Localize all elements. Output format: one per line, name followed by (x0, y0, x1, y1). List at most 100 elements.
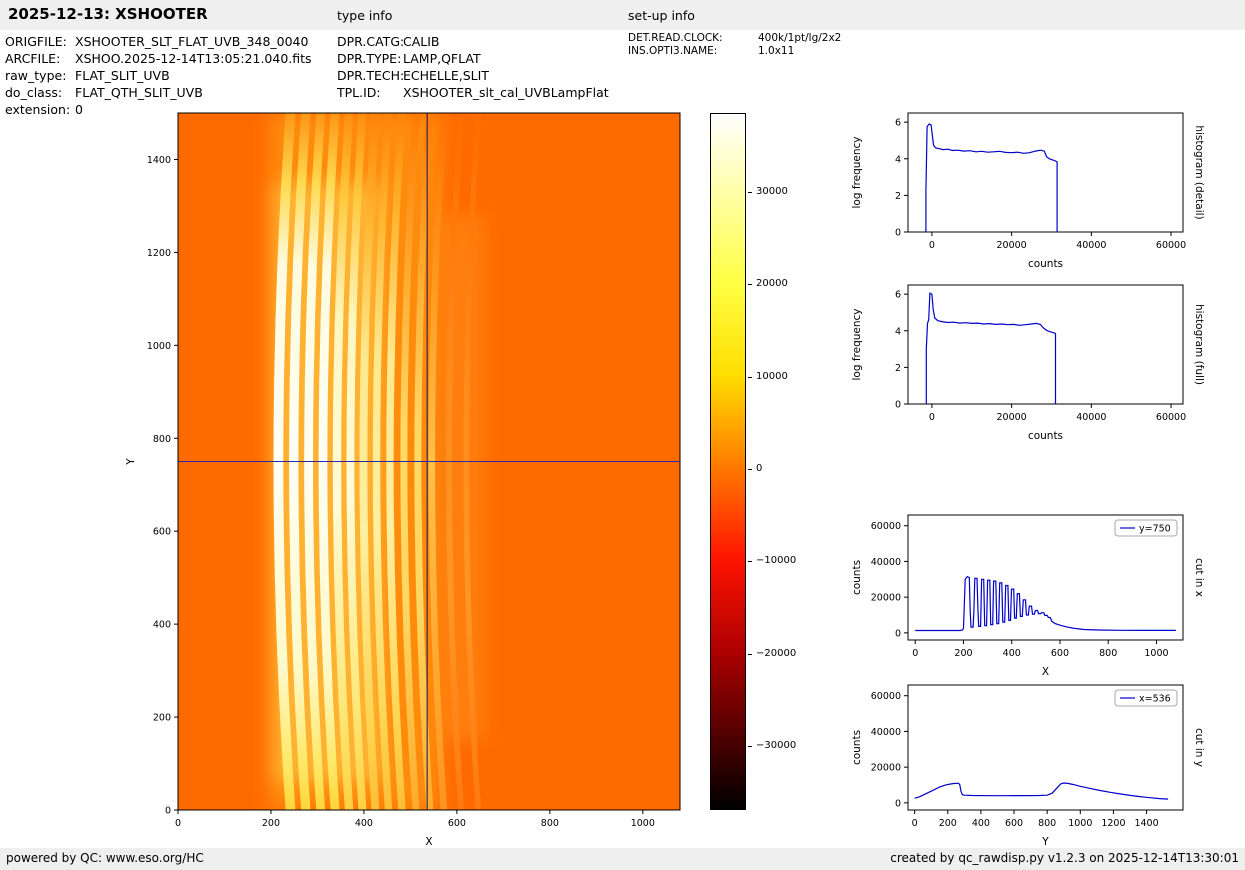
cut-x-line (915, 575, 1176, 632)
svg-text:1000: 1000 (631, 818, 655, 829)
svg-text:1400: 1400 (1134, 818, 1158, 829)
svg-text:0: 0 (175, 818, 181, 829)
colorbar-tick-label: 20000 (756, 278, 788, 289)
svg-text:0: 0 (929, 412, 935, 423)
svg-text:cut in x: cut in x (1193, 558, 1205, 597)
svg-text:600: 600 (448, 818, 466, 829)
colorbar-tick-label: −30000 (756, 740, 797, 752)
cut-y-legend: x=536 (1114, 689, 1178, 707)
svg-text:1400: 1400 (147, 155, 171, 166)
meta-row-opti3name: INS.OPTI3.NAME: 1.0x11 (628, 45, 841, 58)
meta-label: INS.OPTI3.NAME: (628, 45, 718, 57)
colorbar-tick-mark (748, 376, 752, 378)
colorbar-tick-label: −10000 (756, 555, 797, 567)
meta-value: XSHOOTER_slt_cal_UVBLampFlat (403, 85, 609, 100)
svg-text:0: 0 (929, 240, 935, 251)
svg-text:X: X (425, 836, 432, 848)
hist-full-svg: 0 20000 40000 60000 0 2 4 6 counts log frequency h… (851, 284, 1205, 442)
svg-text:counts: counts (1028, 430, 1063, 442)
svg-text:200: 200 (954, 648, 972, 659)
colorbar-ticks: 30000 20000 10000 0 −10000 −20000 −30000 (748, 113, 818, 811)
svg-text:400: 400 (355, 818, 373, 829)
hist-full-line (925, 292, 1057, 404)
svg-text:4: 4 (895, 326, 901, 337)
svg-text:6: 6 (895, 290, 901, 301)
svg-text:0: 0 (895, 400, 901, 411)
svg-text:counts: counts (1028, 258, 1063, 270)
cut-x-svg: 0 200 400 600 800 10000200004000060000Xcounts… (851, 514, 1205, 678)
meta-row-dprtech: DPR.TECH:ECHELLE,SLIT (337, 67, 609, 84)
svg-text:400: 400 (972, 818, 990, 829)
cut-y-line (914, 782, 1169, 800)
meta-row-readclock: DET.READ.CLOCK: 400k/1pt/lg/2x2 (628, 32, 841, 45)
svg-text:1200: 1200 (147, 248, 171, 259)
colorbar-tick-label: 30000 (756, 185, 788, 197)
svg-text:600: 600 (1051, 648, 1069, 659)
colorbar-tick-mark (748, 561, 752, 563)
svg-text:20000: 20000 (997, 240, 1027, 251)
histogram-detail-plot: 0 20000 40000 60000 0 2 4 6 counts log frequency h… (844, 105, 1213, 280)
svg-text:800: 800 (541, 818, 559, 829)
meta-row-origfile: ORIGFILE: XSHOOTER_SLT_FLAT_UVB_348_0040 (5, 33, 312, 50)
svg-text:log frequency: log frequency (851, 136, 863, 208)
meta-value: 1.0x11 (758, 45, 795, 57)
meta-label: do_class: (5, 85, 63, 100)
svg-text:40000: 40000 (1076, 240, 1106, 251)
svg-text:4: 4 (895, 154, 901, 165)
svg-text:0: 0 (165, 806, 171, 817)
colorbar-tick-label: 0 (756, 462, 763, 474)
svg-text:400: 400 (1003, 648, 1021, 659)
colorbar (710, 113, 746, 810)
svg-text:0: 0 (895, 228, 901, 239)
svg-text:400: 400 (153, 620, 171, 631)
svg-text:800: 800 (1099, 648, 1117, 659)
svg-text:log frequency: log frequency (851, 308, 863, 380)
svg-text:1000: 1000 (1068, 818, 1092, 829)
meta-value: 0 (75, 102, 83, 117)
meta-value: 400k/1pt/lg/2x2 (758, 32, 842, 44)
colorbar-tick-mark (748, 191, 752, 193)
meta-label: extension: (5, 102, 71, 117)
cut-in-y-plot: 0 200 400 600 800 1000 1200 1400 0 20000 40000 6000… (844, 677, 1213, 858)
setup-info-heading: set-up info (628, 8, 695, 23)
raw-image-canvas (178, 113, 680, 810)
footer-left-text: powered by QC: www.eso.org/HC (6, 851, 204, 865)
meta-value: ECHELLE,SLIT (403, 68, 489, 83)
type-info-metadata: DPR.CATG:CALIB DPR.TYPE: LAMP,QFLAT DPR.T… (337, 33, 609, 101)
cut-in-x-plot: 0 200 400 600 800 1000 0 20000 40000 60000 Xcounts… (844, 507, 1213, 688)
svg-text:0: 0 (895, 628, 901, 639)
meta-label: DPR.TECH: (337, 68, 405, 83)
svg-text:2: 2 (895, 363, 901, 374)
page-title: 2025-12-13: XSHOOTER (8, 5, 208, 23)
svg-text:Y: Y (1041, 836, 1049, 848)
svg-text:1000: 1000 (147, 341, 171, 352)
meta-row-arcfile: ARCFILE: XSHOO.2025-12-14T13:05:21.040.fi… (5, 50, 312, 67)
histogram-full-plot: 0 20000 40000 60000 0 2 4 6 counts log frequency h… (844, 277, 1213, 452)
svg-text:800: 800 (153, 434, 171, 445)
setup-info-metadata: DET.READ.CLOCK: 400k/1pt/lg/2x2 INS.OPTI3… (628, 32, 841, 58)
raw-image-svg: 0 200 400 600 800 1000 0 200 400 600 800 1000 1200 14… (125, 112, 681, 848)
meta-row-tplid: TPL.ID: XSHOOTER_slt_cal_UVBLampFlat (337, 84, 609, 101)
colorbar-tick-label: 10000 (756, 370, 788, 382)
colorbar-tick-label: −20000 (756, 647, 797, 659)
meta-row-dprcatg: DPR.CATG:CALIB (337, 33, 609, 50)
meta-value: LAMP,QFLAT (403, 51, 481, 66)
svg-text:2: 2 (895, 191, 901, 202)
svg-text:20000: 20000 (997, 412, 1027, 423)
meta-value: CALIB (403, 34, 440, 49)
meta-label: DPR.TYPE: (337, 51, 402, 66)
svg-text:0: 0 (912, 648, 918, 659)
svg-text:40000: 40000 (871, 557, 901, 568)
hist-detail-line (925, 123, 1058, 232)
qc-report-page: 2025-12-13: XSHOOTER type info set-up in… (0, 0, 1245, 870)
svg-text:60000: 60000 (871, 521, 901, 532)
svg-text:1200: 1200 (1101, 818, 1125, 829)
footer-right-text: created by qc_rawdisp.py v1.2.3 on 2025-… (890, 851, 1239, 865)
svg-text:x=536: x=536 (1139, 694, 1171, 705)
svg-text:20000: 20000 (871, 593, 901, 604)
svg-text:200: 200 (939, 818, 957, 829)
svg-text:200: 200 (153, 713, 171, 724)
meta-label: TPL.ID: (337, 85, 381, 100)
svg-text:20000: 20000 (871, 763, 901, 774)
cut-y-svg: 0 200 400 600 800 1000 1200 1400 0 20000 40000 6000… (851, 684, 1205, 848)
